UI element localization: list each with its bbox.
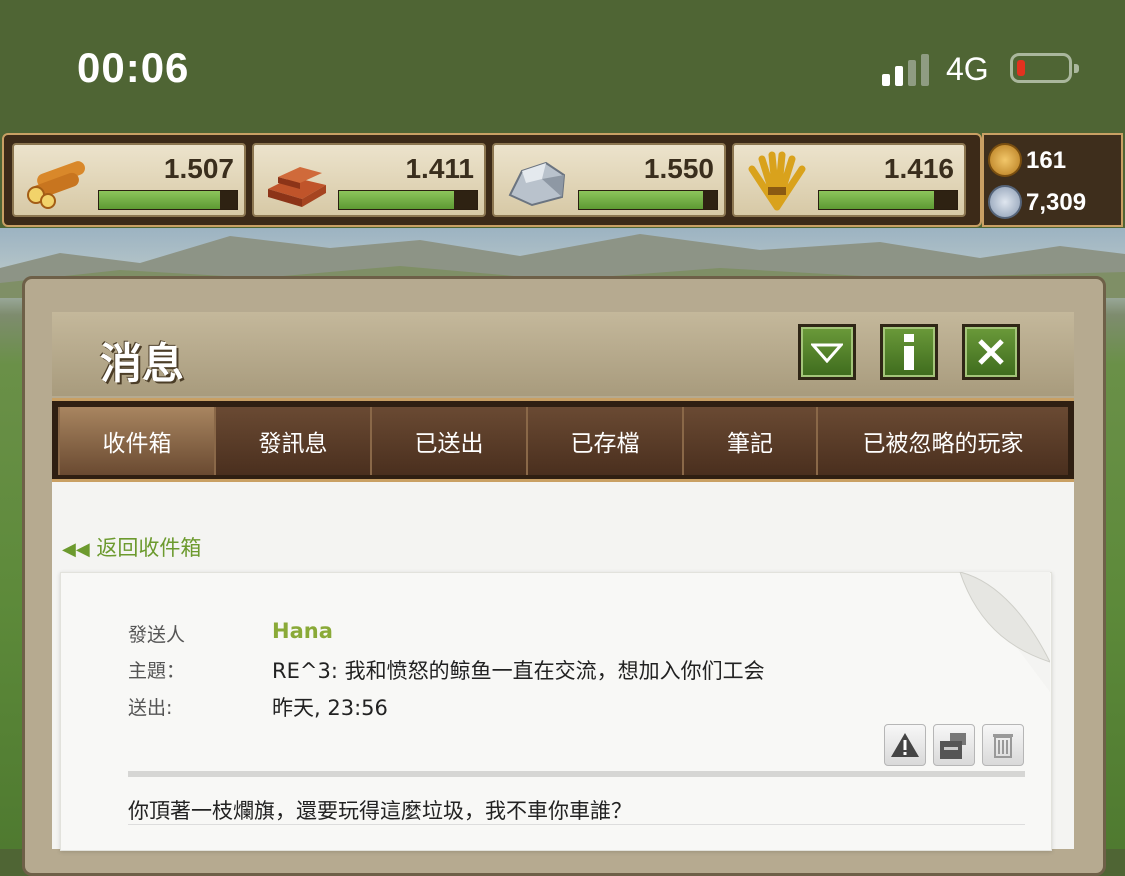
message-body: 你頂著一枝爛旗，還要玩得這麼垃圾，我不車你車誰？ xyxy=(128,799,632,823)
delete-button[interactable] xyxy=(982,724,1024,766)
status-bar: 00:06 4G xyxy=(0,0,1125,132)
network-type: 4G xyxy=(946,51,989,87)
report-button[interactable] xyxy=(884,724,926,766)
resource-crop[interactable]: 1.416 xyxy=(732,143,966,217)
iron-progress xyxy=(578,190,718,210)
clay-progress xyxy=(338,190,478,210)
tab-inbox[interactable]: 收件箱 xyxy=(58,407,214,475)
silver-amount: 7,309 xyxy=(1026,189,1087,216)
crop-progress xyxy=(818,190,958,210)
trash-icon xyxy=(993,734,1013,758)
resource-wood[interactable]: 1.507 xyxy=(12,143,246,217)
tab-notes[interactable]: 筆記 xyxy=(682,407,816,475)
currency-panel[interactable]: 161 7,309 xyxy=(982,133,1123,227)
wood-progress xyxy=(98,190,238,210)
tab-sent[interactable]: 已送出 xyxy=(370,407,526,475)
sender-name[interactable]: Hana xyxy=(272,619,333,643)
subject-text: RE^3: 我和愤怒的鲸鱼一直在交流，想加入你们工会 xyxy=(272,659,765,683)
wood-amount: 1.507 xyxy=(163,153,234,184)
page-curl xyxy=(959,572,1050,692)
tab-archive[interactable]: 已存檔 xyxy=(526,407,682,475)
close-button[interactable] xyxy=(962,324,1020,380)
resource-clay[interactable]: 1.411 xyxy=(252,143,486,217)
sent-label: 送出: xyxy=(128,697,173,719)
sender-label: 發送人 xyxy=(128,624,186,646)
tab-ignored-players[interactable]: 已被忽略的玩家 xyxy=(816,407,1068,475)
crop-amount: 1.416 xyxy=(883,153,954,184)
archive-icon xyxy=(940,733,966,759)
resource-bar: 1.507 1.411 1.550 1.416 xyxy=(2,133,982,227)
gold-coin-icon xyxy=(988,143,1022,177)
gold-amount: 161 xyxy=(1026,147,1067,174)
battery-icon xyxy=(1010,53,1079,83)
back-to-inbox-link[interactable]: ◀◀ 返回收件箱 xyxy=(62,532,201,562)
iron-icon xyxy=(508,161,566,207)
info-icon xyxy=(883,327,935,377)
silver-coin-icon xyxy=(988,185,1022,219)
clay-amount: 1.411 xyxy=(405,153,474,184)
info-button[interactable] xyxy=(880,324,938,380)
sent-time: 昨天, 23:56 xyxy=(272,696,388,720)
clock: 00:06 xyxy=(77,44,190,91)
tab-compose[interactable]: 發訊息 xyxy=(214,407,370,475)
resource-iron[interactable]: 1.550 xyxy=(492,143,726,217)
close-icon xyxy=(965,327,1017,377)
signal-icon xyxy=(882,54,934,86)
warning-icon xyxy=(891,733,919,757)
brick-icon xyxy=(268,167,326,207)
minimize-button[interactable] xyxy=(798,324,856,380)
back-to-inbox-label: 返回收件箱 xyxy=(96,536,202,560)
archive-button[interactable] xyxy=(933,724,975,766)
chevron-down-icon xyxy=(801,327,853,377)
message-tabs: 收件箱 發訊息 已送出 已存檔 筆記 已被忽略的玩家 xyxy=(52,398,1074,482)
dialog-title: 消息 xyxy=(100,339,185,388)
wood-icon xyxy=(27,161,85,209)
subject-label: 主題： xyxy=(128,660,186,682)
iron-amount: 1.550 xyxy=(643,153,714,184)
double-chevron-left-icon: ◀◀ xyxy=(62,539,90,560)
message-divider xyxy=(128,771,1025,777)
crop-icon xyxy=(748,151,806,211)
body-rule xyxy=(128,824,1025,825)
